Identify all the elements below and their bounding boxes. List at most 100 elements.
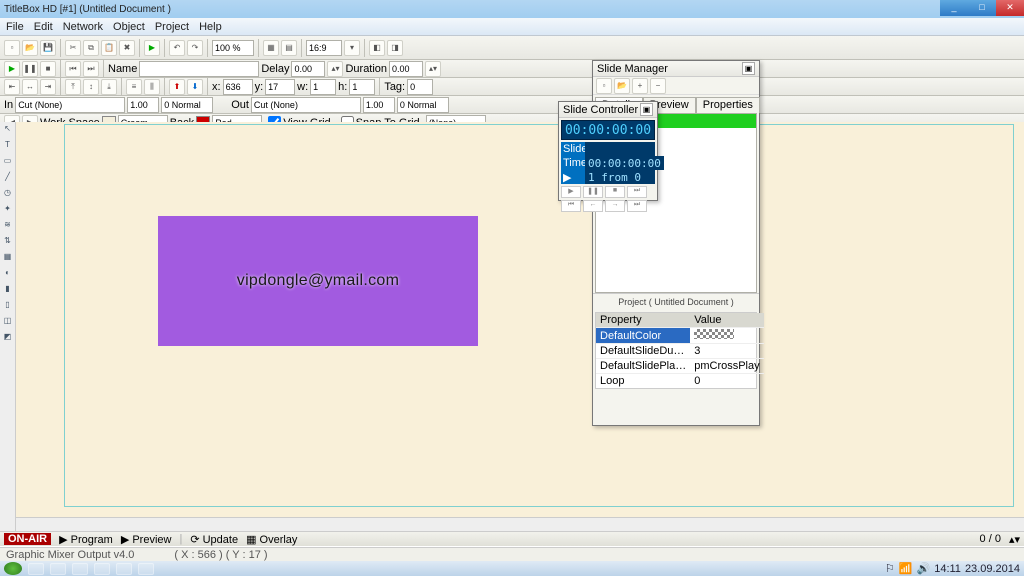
tab-properties[interactable]: Properties	[696, 97, 760, 113]
in-effect[interactable]	[15, 97, 125, 113]
tool-chart-icon[interactable]: ◐	[1, 268, 15, 282]
properties-grid[interactable]: PropertyValue DefaultColor DefaultSlideD…	[595, 312, 757, 389]
t2-stop-icon[interactable]: ■	[40, 61, 56, 77]
sb-overlay[interactable]: ▦ Overlay	[246, 533, 297, 546]
front-icon[interactable]: ⬆	[169, 79, 185, 95]
tool-anim-icon[interactable]: ✦	[1, 204, 15, 218]
save-icon[interactable]: 💾	[40, 40, 56, 56]
in-time[interactable]	[127, 97, 159, 113]
duration-input[interactable]	[389, 61, 423, 77]
maximize-button[interactable]: □	[968, 0, 996, 16]
aspect-dd-icon[interactable]: ▾	[344, 40, 360, 56]
paste-icon[interactable]: 📋	[101, 40, 117, 56]
cut-icon[interactable]: ✂	[65, 40, 81, 56]
slide-controller-panel[interactable]: Slide Controller ▣ 00:00:00:00 Slide Tim…	[558, 101, 658, 201]
sb-preview[interactable]: ▶ Preview	[121, 533, 172, 546]
tool-rect-icon[interactable]: ▭	[1, 156, 15, 170]
t2-play-icon[interactable]: ▶	[4, 61, 20, 77]
sb-update[interactable]: ⟳ Update	[190, 533, 238, 546]
sb-program[interactable]: ▶ Program	[59, 533, 113, 546]
tray-net-icon[interactable]: 📶	[899, 562, 913, 575]
tool-clock-icon[interactable]: ◷	[1, 188, 15, 202]
delete-icon[interactable]: ✖	[119, 40, 135, 56]
horizontal-scrollbar[interactable]	[16, 517, 1024, 531]
tool-misc3-icon[interactable]: ◫	[1, 316, 15, 330]
slide-controller-close-icon[interactable]: ▣	[640, 103, 653, 116]
text-object[interactable]: vipdongle@ymail.com	[158, 216, 478, 346]
tray-vol-icon[interactable]: 🔊	[917, 562, 931, 575]
delay-input[interactable]	[291, 61, 325, 77]
grid-icon[interactable]: ▦	[263, 40, 279, 56]
align-b-icon[interactable]: ⤓	[101, 79, 117, 95]
out-mode[interactable]	[397, 97, 449, 113]
tag-input[interactable]	[407, 79, 433, 95]
taskbar-media-icon[interactable]	[72, 563, 88, 575]
x-input[interactable]	[223, 79, 253, 95]
grid2-icon[interactable]: ▤	[281, 40, 297, 56]
taskbar-app1-icon[interactable]	[94, 563, 110, 575]
duration-spin-icon[interactable]: ▴▾	[425, 61, 441, 77]
tool-misc2-icon[interactable]: ▯	[1, 300, 15, 314]
menu-edit[interactable]: Edit	[34, 21, 53, 33]
t2-prev-icon[interactable]: ⏮	[65, 61, 81, 77]
taskbar-explorer-icon[interactable]	[50, 563, 66, 575]
sc-end-icon[interactable]: ⏭	[627, 186, 647, 198]
menu-network[interactable]: Network	[63, 21, 103, 33]
tool-crawl-icon[interactable]: ≋	[1, 220, 15, 234]
start-button[interactable]	[4, 562, 22, 575]
sm-del-icon[interactable]: −	[650, 78, 666, 94]
align-t-icon[interactable]: ⤒	[65, 79, 81, 95]
tool-pointer-icon[interactable]: ↖	[1, 124, 15, 138]
undo-icon[interactable]: ↶	[169, 40, 185, 56]
delay-spin-icon[interactable]: ▴▾	[327, 61, 343, 77]
sm-new-icon[interactable]: ▫	[596, 78, 612, 94]
out-effect[interactable]	[251, 97, 361, 113]
sc-pause-icon[interactable]: ❚❚	[583, 186, 603, 198]
menu-project[interactable]: Project	[155, 21, 189, 33]
align-c-icon[interactable]: ↔	[22, 79, 38, 95]
name-input[interactable]	[139, 61, 259, 77]
dist-v-icon[interactable]: ⫼	[144, 79, 160, 95]
menu-help[interactable]: Help	[199, 21, 222, 33]
taskbar-app2-icon[interactable]	[116, 563, 132, 575]
sc-last-icon[interactable]: ⏭	[627, 200, 647, 212]
tool-pic-icon[interactable]: ▦	[1, 252, 15, 266]
tool-misc1-icon[interactable]: ▮	[1, 284, 15, 298]
align-l-icon[interactable]: ⇤	[4, 79, 20, 95]
back-icon[interactable]: ⬇	[187, 79, 203, 95]
taskbar-ie-icon[interactable]	[28, 563, 44, 575]
zoom-input[interactable]	[212, 40, 254, 56]
align-m-icon[interactable]: ↕	[83, 79, 99, 95]
slide-manager-titlebar[interactable]: Slide Manager ▣	[593, 61, 759, 77]
tray-time[interactable]: 14:11	[934, 563, 961, 575]
t2-next-icon[interactable]: ⏭	[83, 61, 99, 77]
new-icon[interactable]: ▫	[4, 40, 20, 56]
sm-open-icon[interactable]: 📂	[614, 78, 630, 94]
tray-date[interactable]: 23.09.2014	[965, 563, 1020, 575]
system-tray[interactable]: ⚐ 📶 🔊 14:11 23.09.2014	[885, 562, 1020, 575]
y-input[interactable]	[265, 79, 295, 95]
misc1-icon[interactable]: ◧	[369, 40, 385, 56]
h-input[interactable]	[349, 79, 375, 95]
menu-object[interactable]: Object	[113, 21, 145, 33]
canvas[interactable]: vipdongle@ymail.com	[16, 122, 1024, 517]
tool-line-icon[interactable]: ╱	[1, 172, 15, 186]
w-input[interactable]	[310, 79, 336, 95]
sb-spin-icon[interactable]: ▴▾	[1009, 533, 1020, 546]
copy-icon[interactable]: ⧉	[83, 40, 99, 56]
taskbar-app3-icon[interactable]	[138, 563, 154, 575]
tool-misc4-icon[interactable]: ◩	[1, 332, 15, 346]
out-time[interactable]	[363, 97, 395, 113]
aspect-input[interactable]	[306, 40, 342, 56]
align-r-icon[interactable]: ⇥	[40, 79, 56, 95]
slide-controller-titlebar[interactable]: Slide Controller ▣	[559, 102, 657, 118]
misc2-icon[interactable]: ◨	[387, 40, 403, 56]
tool-roll-icon[interactable]: ⇅	[1, 236, 15, 250]
close-button[interactable]: ✕	[996, 0, 1024, 16]
dist-h-icon[interactable]: ≡	[126, 79, 142, 95]
sc-play-icon[interactable]: ▶	[561, 186, 581, 198]
redo-icon[interactable]: ↷	[187, 40, 203, 56]
play-icon[interactable]: ▶	[144, 40, 160, 56]
sc-stop-icon[interactable]: ■	[605, 186, 625, 198]
minimize-button[interactable]: _	[940, 0, 968, 16]
